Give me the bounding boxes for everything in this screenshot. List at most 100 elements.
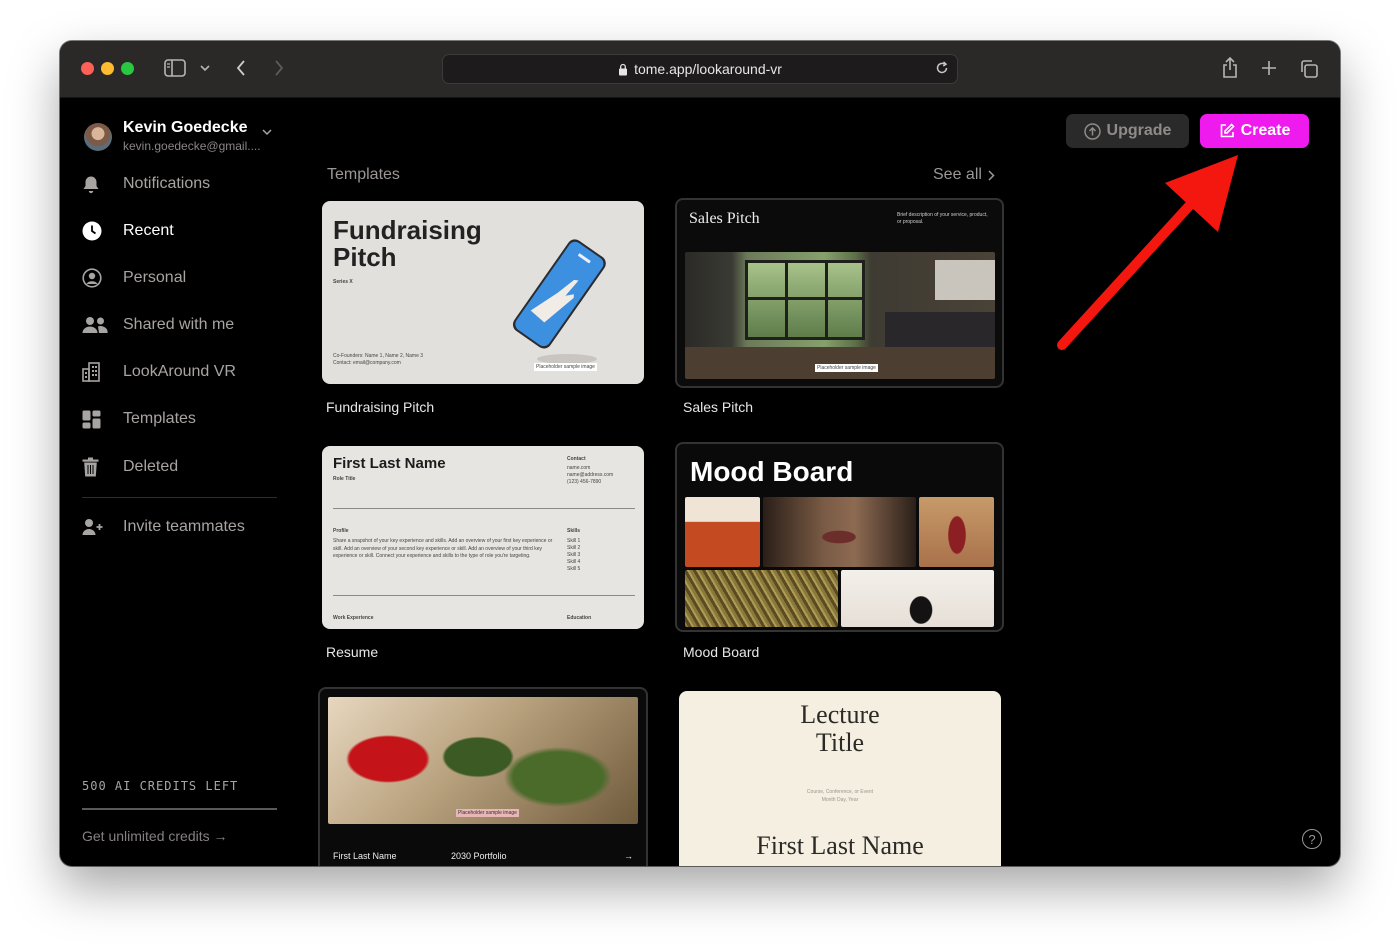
sidebar-item-label: Shared with me	[123, 316, 235, 333]
lecture-title-line-1: Lecture	[800, 700, 880, 729]
address-bar[interactable]: tome.app/lookaround-vr	[442, 54, 958, 84]
placeholder-caption: Placeholder sample image	[534, 363, 597, 371]
template-card-mood-board[interactable]: Mood Board	[675, 442, 1004, 632]
kitchen-photo: Placeholder sample image	[685, 252, 995, 379]
forward-icon[interactable]	[272, 58, 286, 78]
template-card-resume[interactable]: First Last Name Role Title Contact name.…	[322, 446, 644, 629]
sidebar-item-templates[interactable]: Templates	[82, 402, 282, 436]
browser-toolbar: tome.app/lookaround-vr	[60, 41, 1340, 98]
chevron-down-icon[interactable]	[262, 129, 272, 136]
mood-image-portrait	[919, 497, 994, 567]
phone-illustration	[512, 239, 606, 364]
mood-image-tube	[685, 497, 760, 567]
sidebar-item-label: Recent	[123, 222, 174, 239]
see-all-label: See all	[933, 166, 982, 183]
sidebar-item-personal[interactable]: Personal	[82, 261, 282, 295]
template-card-fundraising[interactable]: Fundraising Pitch Series X Co-Founders: …	[322, 201, 644, 384]
contact-line: name.com	[567, 465, 591, 471]
grid-icon	[82, 410, 112, 429]
share-icon[interactable]	[1220, 56, 1240, 80]
sidebar-item-label: LookAround VR	[123, 363, 236, 380]
back-icon[interactable]	[234, 58, 248, 78]
work-heading: Work Experience	[333, 615, 374, 621]
invite-label: Invite teammates	[123, 518, 245, 535]
lecture-name: First Last Name	[756, 831, 924, 860]
placeholder-caption: Placeholder sample image	[815, 364, 878, 372]
upgrade-arrow-icon	[1083, 122, 1101, 140]
lecture-date: Month Day, Year	[821, 797, 859, 803]
portfolio-name: First Last Name	[333, 851, 397, 861]
invite-teammates-button[interactable]: Invite teammates	[82, 510, 282, 544]
card-contact: Contact: email@company.com	[333, 360, 401, 366]
sidebar-item-lookaround-vr[interactable]: LookAround VR	[82, 355, 282, 389]
card-label: Mood Board	[683, 644, 760, 660]
portfolio-image: Placeholder sample image	[328, 697, 638, 824]
skill-item: Skill 5	[567, 566, 581, 572]
get-unlimited-credits-link[interactable]: Get unlimited credits →	[82, 828, 228, 844]
upgrade-label: Upgrade	[1106, 122, 1172, 139]
user-email: kevin.goedecke@gmail....	[123, 139, 261, 153]
arrow-right-icon: →	[213, 828, 228, 844]
sidebar-item-recent[interactable]: Recent	[82, 214, 282, 248]
url-text: tome.app/lookaround-vr	[634, 61, 782, 77]
building-icon	[82, 362, 112, 382]
sidebar-item-label: Notifications	[123, 175, 211, 192]
maximize-window-button[interactable]	[121, 62, 134, 75]
template-card-lecture[interactable]: Lecture Title Course, Conference, or Eve…	[679, 691, 1001, 866]
contact-line: name@address.com	[567, 472, 614, 478]
red-arrow-annotation	[1057, 155, 1238, 350]
mood-image-face	[763, 497, 916, 567]
profile-text: Share a snapshot of your key experience …	[333, 538, 553, 559]
sidebar-item-label: Templates	[123, 410, 196, 427]
sidebar-toggle-icon[interactable]	[163, 58, 187, 78]
divider	[333, 595, 635, 596]
sidebar-item-label: Deleted	[123, 458, 179, 475]
skill-item: Skill 3	[567, 552, 581, 558]
trash-icon	[82, 457, 112, 477]
contact-heading: Contact	[567, 456, 586, 462]
mood-image-grass	[685, 570, 838, 627]
credits-progress-bar	[82, 808, 277, 810]
close-window-button[interactable]	[81, 62, 94, 75]
arrow-right-icon: →	[624, 851, 633, 861]
card-title: Sales Pitch	[689, 210, 760, 227]
skill-item: Skill 4	[567, 559, 581, 565]
chevron-right-icon	[988, 169, 995, 181]
upgrade-button[interactable]: Upgrade	[1066, 114, 1189, 148]
lecture-title: Lecture Title	[679, 701, 1001, 757]
ai-credits-text: 500 AI CREDITS LEFT	[82, 779, 239, 793]
template-card-portfolio[interactable]: Placeholder sample image First Last Name…	[318, 687, 648, 866]
sidebar-divider	[82, 497, 277, 498]
people-icon	[82, 316, 112, 334]
chevron-down-icon[interactable]	[198, 61, 212, 75]
card-founders: Co-Founders: Name 1, Name 2, Name 3	[333, 353, 424, 359]
template-card-sales-pitch[interactable]: Sales Pitch Brief description of your se…	[675, 198, 1004, 388]
create-button[interactable]: Create	[1200, 114, 1309, 148]
avatar[interactable]	[84, 123, 112, 151]
sidebar-item-label: Personal	[123, 269, 187, 286]
lecture-title-line-2: Title	[815, 728, 865, 757]
minimize-window-button[interactable]	[101, 62, 114, 75]
card-label: Fundraising Pitch	[326, 399, 435, 415]
see-all-link[interactable]: See all	[933, 166, 995, 184]
skills-heading: Skills	[567, 528, 581, 534]
lock-icon	[618, 63, 628, 76]
sidebar-item-shared[interactable]: Shared with me	[82, 308, 282, 342]
lecture-subtitle: Course, Conference, or Event	[806, 789, 874, 795]
card-series: Series X	[333, 279, 353, 285]
divider	[333, 508, 635, 509]
card-description: Brief description of your service, produ…	[897, 212, 988, 225]
templates-heading: Templates	[327, 166, 400, 183]
profile-heading: Profile	[333, 528, 349, 534]
card-title: Mood Board	[690, 456, 854, 487]
placeholder-caption: Placeholder sample image	[456, 809, 519, 817]
user-name[interactable]: Kevin Goedecke	[123, 119, 248, 137]
sidebar-item-notifications[interactable]: Notifications	[82, 167, 282, 201]
sidebar-item-deleted[interactable]: Deleted	[82, 450, 282, 484]
reload-icon[interactable]	[935, 61, 949, 75]
help-button[interactable]: ?	[1302, 829, 1322, 849]
tab-overview-icon[interactable]	[1298, 58, 1320, 80]
new-tab-icon[interactable]	[1259, 58, 1279, 78]
mood-image-stones	[841, 570, 994, 627]
card-label: Sales Pitch	[683, 399, 754, 415]
